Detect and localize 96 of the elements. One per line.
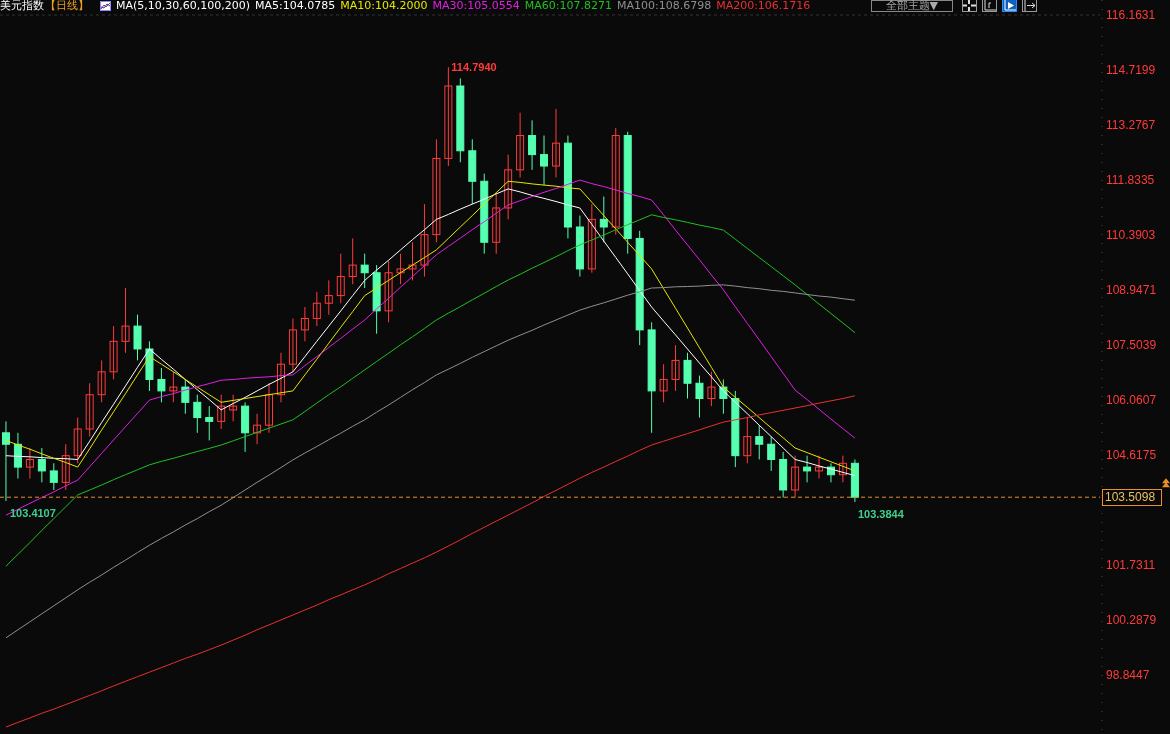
candlestick — [516, 112, 525, 178]
price-annotation: 114.7940 — [451, 61, 497, 74]
candlestick — [217, 394, 226, 430]
tool-axis-button[interactable] — [982, 0, 997, 12]
candlestick — [396, 253, 405, 285]
candlestick — [384, 260, 393, 323]
candlestick — [707, 371, 716, 407]
y-axis-label: 108.9471 — [1106, 283, 1157, 297]
candlestick — [324, 279, 333, 316]
y-axis-label: 110.3903 — [1106, 228, 1156, 242]
candlestick — [181, 378, 190, 415]
y-axis-label: 116.1631 — [1106, 8, 1156, 22]
candlestick — [827, 462, 835, 483]
candlestick — [229, 394, 238, 422]
candlestick — [492, 192, 501, 255]
candlestick — [803, 455, 812, 483]
candlestick — [552, 108, 560, 178]
candlestick — [791, 455, 800, 499]
candlestick — [683, 352, 692, 399]
candlestick — [97, 359, 106, 403]
current-price-tag: 103.5098 — [1102, 489, 1162, 507]
candlestick — [815, 455, 823, 480]
candlestick — [25, 447, 34, 480]
candlestick — [779, 451, 788, 499]
candlestick — [504, 154, 513, 220]
tool-crosshair-button[interactable] — [962, 0, 977, 12]
candlestick — [145, 340, 154, 392]
candlestick — [300, 306, 309, 342]
chart-icon[interactable] — [100, 1, 111, 11]
chart-title: 美元指数 — [0, 0, 44, 12]
play-icon — [1003, 0, 1016, 11]
shift-icon — [1023, 0, 1036, 11]
candlestick — [575, 215, 584, 278]
y-axis-label: 114.7199 — [1106, 63, 1156, 77]
candlestick — [767, 436, 776, 472]
candlestick — [528, 119, 537, 171]
price-annotation: 103.3844 — [857, 508, 904, 520]
candlestick — [599, 196, 608, 243]
crosshair-icon — [963, 0, 976, 11]
up-arrows-icon — [1162, 478, 1170, 488]
candlestick — [169, 371, 178, 403]
candlestick — [743, 417, 752, 464]
candlestick — [468, 138, 477, 205]
candlestick — [312, 291, 321, 327]
candlestick — [253, 413, 262, 445]
candlestick — [241, 401, 250, 453]
ma-legend: MA100:108.6798 — [616, 0, 712, 12]
price-annotation: 103.4107 — [10, 507, 56, 519]
indicator-label: MA(5,10,30,60,100,200) — [116, 0, 251, 12]
y-axis-label: 113.2767 — [1106, 118, 1156, 132]
candlestick — [265, 382, 273, 434]
y-axis-label: 98.8447 — [1106, 668, 1150, 682]
candlestick — [850, 459, 859, 503]
tool-shift-button[interactable] — [1022, 0, 1037, 12]
candlestick — [157, 367, 166, 403]
candlestick — [587, 203, 596, 274]
candlestick — [61, 443, 70, 491]
y-axis-label: 100.2879 — [1106, 613, 1157, 627]
theme-dropdown[interactable]: 全部主题▼ — [870, 0, 953, 12]
candlestick — [288, 317, 297, 373]
ma-legend: MA60:107.8271 — [524, 0, 612, 12]
candlestick — [109, 325, 118, 380]
ma-legend: MA200:106.1716 — [716, 0, 811, 12]
candlestick — [85, 382, 94, 438]
candlestick — [37, 447, 46, 483]
y-axis-label: 107.5039 — [1106, 338, 1157, 352]
candlestick — [13, 432, 22, 480]
ma-legend: MA30:105.0554 — [432, 0, 520, 12]
candlestick — [838, 455, 847, 483]
candlestick — [348, 237, 357, 285]
ma-legend: MA5:104.0785 — [255, 0, 336, 12]
candlestick — [372, 264, 381, 335]
ma-legend: MA10:104.2000 — [340, 0, 428, 12]
candlestick — [540, 135, 548, 186]
candlestick — [336, 253, 345, 304]
candlestick — [277, 352, 285, 403]
y-axis-label: 101.7311 — [1106, 558, 1156, 572]
candlestick — [133, 314, 142, 361]
y-axis-label: 111.8335 — [1106, 173, 1155, 187]
candlestick — [695, 375, 704, 419]
candlestick — [755, 424, 764, 460]
y-axis-label: 104.6175 — [1106, 448, 1157, 462]
candlestick — [659, 363, 668, 403]
candlestick — [121, 287, 130, 354]
candlestick — [671, 344, 680, 392]
period-label: 【日线】 — [45, 0, 89, 12]
candlestick — [719, 378, 728, 415]
candlestick — [408, 241, 417, 281]
candlestick — [360, 253, 369, 289]
candlestick — [205, 405, 214, 441]
axis-icon — [983, 0, 996, 11]
candlestick — [49, 462, 58, 491]
candlestick — [73, 417, 82, 464]
candlestick — [193, 394, 202, 434]
tool-play-button[interactable] — [1002, 0, 1017, 12]
y-axis-label: 106.0607 — [1106, 393, 1157, 407]
